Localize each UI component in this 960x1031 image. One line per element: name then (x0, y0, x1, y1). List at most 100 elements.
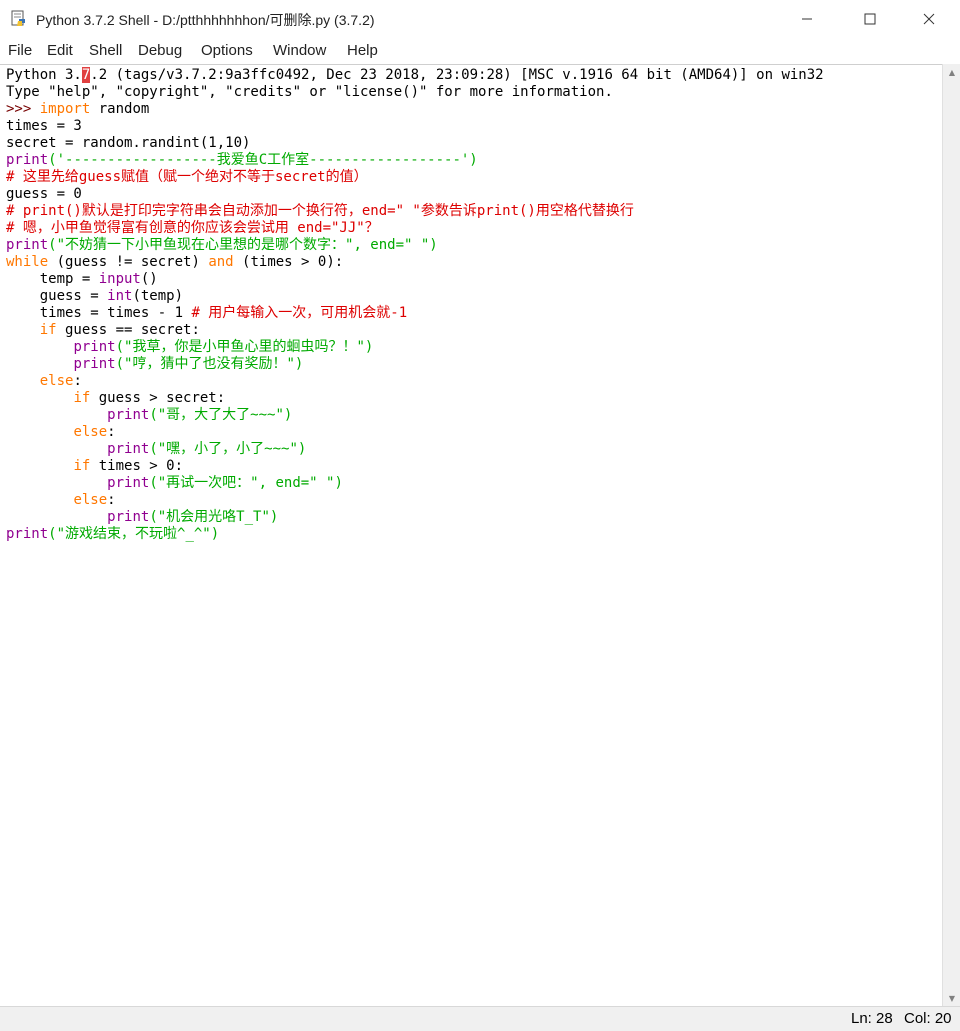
code-token-kw: if (73, 390, 91, 406)
code-line: print("游戏结束，不玩啦^_^") (6, 526, 824, 543)
code-token-kw: else (73, 424, 108, 440)
code-token: .2 (tags/v3.7.2:9a3ffc0492, Dec 23 2018,… (90, 67, 824, 83)
menu-shell[interactable]: Shell (89, 42, 122, 59)
code-line: guess = int(temp) (6, 288, 824, 305)
code-token: (times > 0): (233, 254, 344, 270)
code-line: guess = 0 (6, 186, 824, 203)
code-token-bi: print (6, 526, 49, 542)
code-token-bi: print (6, 237, 49, 253)
code-line: print("我草，你是小甲鱼心里的蛔虫吗？！") (6, 339, 824, 356)
code-token-kw: and (208, 254, 234, 270)
code-line: print("不妨猜一下小甲鱼现在心里想的是哪个数字：", end=" ") (6, 237, 824, 254)
code-line: # 嗯，小甲鱼觉得富有创意的你应该会尝试用 end="JJ"？ (6, 220, 824, 237)
code-token: guess = (6, 288, 108, 304)
close-button[interactable] (906, 0, 952, 38)
code-token: : (107, 424, 116, 440)
code-token: random (90, 101, 150, 117)
code-token-bi: input (98, 271, 141, 287)
code-token-kw: else (73, 492, 108, 508)
close-icon (923, 13, 935, 25)
code-token-cm: # print()默认是打印完字符串会自动添加一个换行符，end=" "参数告诉… (6, 203, 634, 219)
menu-debug[interactable]: Debug (138, 42, 182, 59)
code-token-bi: print (73, 339, 116, 355)
code-token-bi: int (107, 288, 133, 304)
code-token-kw: if (39, 322, 57, 338)
code-line: while (guess != secret) and (times > 0): (6, 254, 824, 271)
code-token-bi: print (107, 475, 150, 491)
code-token: times > 0: (90, 458, 184, 474)
code-token-cm: # 嗯，小甲鱼觉得富有创意的你应该会尝试用 end="JJ"？ (6, 220, 379, 236)
minimize-button[interactable] (784, 0, 830, 38)
code-token-bi: print (107, 509, 150, 525)
menu-help[interactable]: Help (347, 42, 378, 59)
minimize-icon (802, 18, 812, 20)
code-token: () (140, 271, 158, 287)
code-line: times = 3 (6, 118, 824, 135)
code-line: Type "help", "copyright", "credits" or "… (6, 84, 824, 101)
code-line: Python 3.7.2 (tags/v3.7.2:9a3ffc0492, De… (6, 67, 824, 84)
code-token: (temp) (132, 288, 184, 304)
code-token-kw: import (39, 101, 91, 117)
code-line: if guess == secret: (6, 322, 824, 339)
code-token-str: ("哥，大了大了~~~") (149, 407, 293, 423)
code-line: else: (6, 424, 824, 441)
code-line: print('------------------我爱鱼C工作室--------… (6, 152, 824, 169)
code-line: print("嘿，小了，小了~~~") (6, 441, 824, 458)
code-token: secret = random.randint(1,10) (6, 135, 251, 151)
code-token: guess > secret: (90, 390, 226, 406)
code-line: if times > 0: (6, 458, 824, 475)
code-token-kw: while (6, 254, 49, 270)
code-token: Python 3. (6, 67, 82, 83)
code-token-str: ("不妨猜一下小甲鱼现在心里想的是哪个数字：", end=" ") (48, 237, 438, 253)
code-token-kw: if (73, 458, 91, 474)
shell-output: Python 3.7.2 (tags/v3.7.2:9a3ffc0492, De… (6, 67, 824, 543)
status-bar: Ln: 28 Col: 20 (0, 1006, 960, 1031)
code-token-kw: else (39, 373, 74, 389)
maximize-icon (864, 13, 876, 25)
title-bar[interactable]: Python 3.7.2 Shell - D:/ptthhhhhhhon/可删除… (0, 0, 960, 38)
code-token-cm: # 这里先给guess赋值（赋一个绝对不等于secret的值） (6, 169, 368, 185)
code-token-str: ("嘿，小了，小了~~~") (149, 441, 307, 457)
menu-file[interactable]: File (8, 42, 32, 59)
code-line: times = times - 1 # 用户每输入一次，可用机会就-1 (6, 305, 824, 322)
code-token-str: ("再试一次吧：", end=" ") (149, 475, 343, 491)
code-token-str: ("游戏结束，不玩啦^_^") (48, 526, 220, 542)
shell-text-area[interactable]: Python 3.7.2 (tags/v3.7.2:9a3ffc0492, De… (0, 64, 942, 1007)
python-idle-icon (11, 10, 25, 26)
code-token-str: ('------------------我爱鱼C工作室-------------… (48, 152, 478, 168)
code-token: Type "help", "copyright", "credits" or "… (6, 84, 613, 100)
code-line: print("哼，猜中了也没有奖励！") (6, 356, 824, 373)
code-line: print("哥，大了大了~~~") (6, 407, 824, 424)
code-token: times = 3 (6, 118, 82, 134)
code-token-bi: print (107, 407, 150, 423)
code-token: temp = (6, 271, 99, 287)
window-title: Python 3.7.2 Shell - D:/ptthhhhhhhon/可删除… (36, 12, 375, 28)
code-token-str: ("机会用光咯T_T") (149, 509, 279, 525)
code-line: print("机会用光咯T_T") (6, 509, 824, 526)
code-line: # print()默认是打印完字符串会自动添加一个换行符，end=" "参数告诉… (6, 203, 824, 220)
menu-window[interactable]: Window (273, 42, 326, 59)
code-token: times = times - 1 (6, 305, 192, 321)
code-line: else: (6, 492, 824, 509)
menu-edit[interactable]: Edit (47, 42, 73, 59)
vertical-scrollbar[interactable]: ▲ ▼ (942, 64, 960, 1006)
code-line: >>> import random (6, 101, 824, 118)
menu-bar: File Edit Shell Debug Options Window Hel… (0, 38, 960, 64)
scroll-down-icon[interactable]: ▼ (943, 990, 960, 1006)
code-line: # 这里先给guess赋值（赋一个绝对不等于secret的值） (6, 169, 824, 186)
menu-options[interactable]: Options (201, 42, 253, 59)
code-token-cm: # 用户每输入一次，可用机会就-1 (191, 305, 408, 321)
code-token-bi: print (73, 356, 116, 372)
scroll-up-icon[interactable]: ▲ (943, 64, 960, 80)
maximize-button[interactable] (847, 0, 893, 38)
